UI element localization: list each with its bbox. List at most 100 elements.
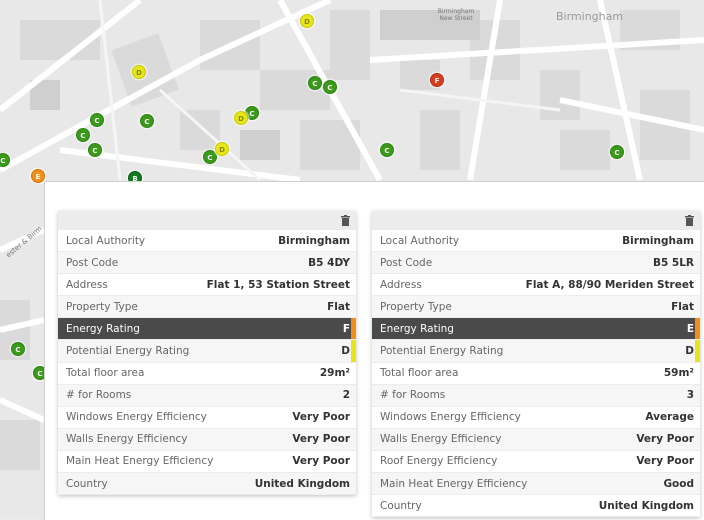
row-address: Address Flat 1, 53 Station Street <box>58 274 356 297</box>
row-label: Roof Energy Efficiency <box>380 455 498 468</box>
row-label: Local Authority <box>66 234 146 247</box>
row-value: Very Poor <box>292 455 350 468</box>
row-value: 59m² <box>663 367 694 380</box>
row-value: Birmingham <box>622 234 694 247</box>
row-value: D <box>685 345 694 358</box>
row-label: Energy Rating <box>66 322 140 335</box>
row-energy-rating: Energy Rating F <box>58 318 356 341</box>
row-label: Local Authority <box>380 234 460 247</box>
row-label: Post Code <box>66 256 119 269</box>
map-marker[interactable]: F <box>430 73 444 87</box>
row-potential-energy-rating: Potential Energy Rating D <box>58 340 356 363</box>
row-value: Flat <box>327 300 350 313</box>
row-property-type: Property Type Flat <box>372 296 700 319</box>
map-marker[interactable]: D <box>132 65 146 79</box>
row-label: Address <box>380 278 422 291</box>
row-potential-energy-rating: Potential Energy Rating D <box>372 340 700 363</box>
map-marker[interactable]: C <box>11 342 25 356</box>
row-value: Very Poor <box>636 455 694 468</box>
map-marker[interactable]: C <box>90 113 104 127</box>
row-value: Flat <box>671 300 694 313</box>
row-total-floor-area: Total floor area 29m² <box>58 363 356 385</box>
row-value: Good <box>663 477 694 490</box>
row-value: F <box>342 322 350 335</box>
row-value: D <box>341 345 350 358</box>
row-walls-efficiency: Walls Energy Efficiency Very Poor <box>58 428 356 451</box>
map-marker[interactable]: C <box>88 143 102 157</box>
station-label: Birmingham New Street <box>437 8 475 22</box>
map-marker[interactable]: C <box>308 76 322 90</box>
row-windows-efficiency: Windows Energy Efficiency Very Poor <box>58 407 356 429</box>
row-total-floor-area: Total floor area 59m² <box>372 363 700 385</box>
row-value: 3 <box>686 389 694 402</box>
rating-bar <box>695 340 700 362</box>
row-label: Walls Energy Efficiency <box>380 433 502 446</box>
row-label: Total floor area <box>66 367 145 380</box>
row-value: Average <box>645 411 694 424</box>
property-card-2: Local Authority Birmingham Post Code B5 5L… <box>372 211 700 518</box>
row-label: Potential Energy Rating <box>66 345 190 358</box>
rating-bar <box>695 318 700 340</box>
row-value: 2 <box>342 389 350 402</box>
map-marker[interactable]: C <box>610 145 624 159</box>
property-card-1: Local Authority Birmingham Post Code B5 4D… <box>58 211 356 496</box>
row-value: 29m² <box>319 367 350 380</box>
row-label: Potential Energy Rating <box>380 345 504 358</box>
row-label: Address <box>66 278 108 291</box>
row-value: B5 5LR <box>652 256 694 269</box>
row-value: Very Poor <box>636 433 694 446</box>
row-main-heat-efficiency: Main Heat Energy Efficiency Good <box>372 473 700 496</box>
map-marker[interactable]: C <box>380 143 394 157</box>
row-label: Property Type <box>380 300 452 313</box>
map-marker[interactable]: D <box>234 111 248 125</box>
row-energy-rating: Energy Rating E <box>372 318 700 341</box>
card-header <box>372 211 700 230</box>
row-label: Main Heat Energy Efficiency <box>66 455 214 468</box>
row-label: Total floor area <box>380 367 459 380</box>
row-property-type: Property Type Flat <box>58 296 356 319</box>
row-value: United Kingdom <box>598 499 694 512</box>
row-label: # for Rooms <box>380 389 446 402</box>
row-value: B5 4DY <box>308 256 350 269</box>
row-label: # for Rooms <box>66 389 132 402</box>
rating-bar <box>351 318 356 340</box>
map-marker[interactable]: C <box>140 114 154 128</box>
row-value: Flat A, 88/90 Meriden Street <box>525 278 694 291</box>
row-walls-efficiency: Walls Energy Efficiency Very Poor <box>372 428 700 451</box>
trash-icon[interactable] <box>341 215 350 226</box>
row-label: Windows Energy Efficiency <box>66 411 207 424</box>
row-rooms: # for Rooms 2 <box>58 384 356 407</box>
row-value: Flat 1, 53 Station Street <box>206 278 350 291</box>
trash-icon[interactable] <box>685 215 694 226</box>
map-marker[interactable]: C <box>323 80 337 94</box>
row-country: Country United Kingdom <box>372 495 700 518</box>
map-marker[interactable]: E <box>31 169 45 183</box>
row-value: United Kingdom <box>254 477 350 490</box>
row-label: Property Type <box>66 300 138 313</box>
map-marker[interactable]: C <box>76 128 90 142</box>
card-header <box>58 211 356 230</box>
map-marker[interactable]: D <box>215 142 229 156</box>
city-label: Birmingham <box>556 10 624 23</box>
row-local-authority: Local Authority Birmingham <box>372 230 700 253</box>
row-label: Energy Rating <box>380 322 454 335</box>
row-local-authority: Local Authority Birmingham <box>58 230 356 253</box>
row-roof-efficiency: Roof Energy Efficiency Very Poor <box>372 451 700 474</box>
row-windows-efficiency: Windows Energy Efficiency Average <box>372 407 700 429</box>
rating-bar <box>351 340 356 362</box>
row-post-code: Post Code B5 5LR <box>372 252 700 275</box>
row-post-code: Post Code B5 4DY <box>58 252 356 275</box>
row-label: Main Heat Energy Efficiency <box>380 477 528 490</box>
row-label: Country <box>66 477 108 490</box>
row-rooms: # for Rooms 3 <box>372 384 700 407</box>
row-value: E <box>686 322 694 335</box>
row-address: Address Flat A, 88/90 Meriden Street <box>372 274 700 297</box>
row-label: Post Code <box>380 256 433 269</box>
row-label: Country <box>380 499 422 512</box>
row-value: Very Poor <box>292 411 350 424</box>
row-value: Very Poor <box>292 433 350 446</box>
row-label: Windows Energy Efficiency <box>380 411 521 424</box>
map-marker[interactable]: D <box>300 14 314 28</box>
row-country: Country United Kingdom <box>58 473 356 496</box>
row-value: Birmingham <box>278 234 350 247</box>
